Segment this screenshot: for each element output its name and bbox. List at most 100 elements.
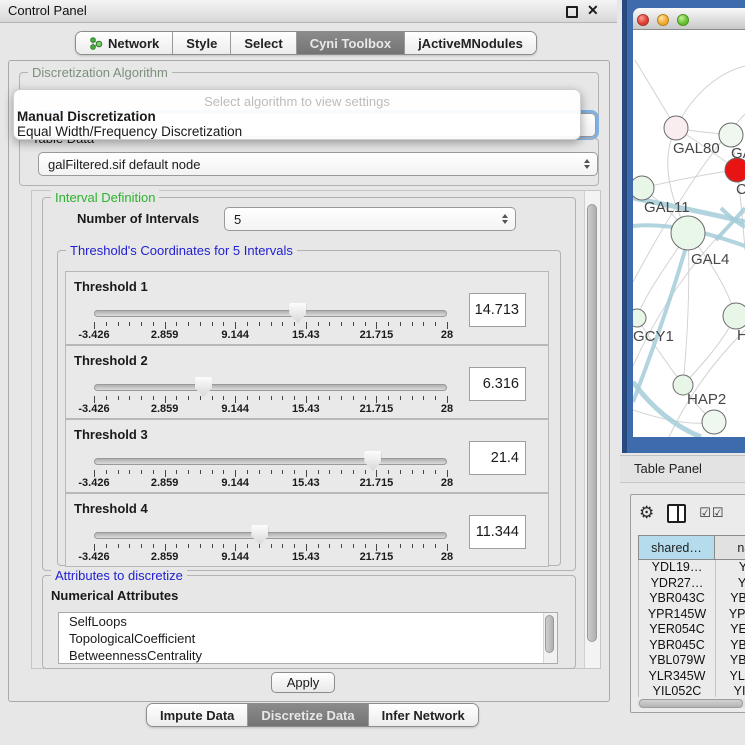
- slider-track[interactable]: [94, 532, 447, 539]
- slider-thumb[interactable]: [364, 451, 381, 471]
- slider-tick: [306, 544, 307, 551]
- cell-name: YLR345W: [716, 669, 745, 685]
- settings-viewport: Interval Definition Number of Intervals …: [31, 190, 601, 669]
- table-row[interactable]: YER054CYER054C: [639, 622, 745, 638]
- slider-tick: [353, 322, 354, 326]
- slider-tick: [294, 396, 295, 400]
- tab-impute-data[interactable]: Impute Data: [147, 704, 248, 726]
- popup-option-equal-width-frequency[interactable]: Equal Width/Frequency Discretization: [17, 124, 242, 139]
- network-node[interactable]: [702, 410, 726, 434]
- slider-tick: [235, 470, 236, 477]
- network-edge[interactable]: [676, 66, 745, 128]
- stepper-icon: [584, 159, 590, 169]
- slider-tick: [176, 396, 177, 400]
- slider-tick: [223, 396, 224, 400]
- tab-select[interactable]: Select: [231, 32, 296, 54]
- apply-button[interactable]: Apply: [271, 672, 335, 693]
- table-horizontal-scrollbar[interactable]: [637, 699, 745, 708]
- slider-thumb[interactable]: [195, 377, 212, 397]
- tab-style[interactable]: Style: [173, 32, 231, 54]
- popup-hint: Select algorithm to view settings: [14, 94, 580, 109]
- column-header-name[interactable]: name: [714, 535, 745, 560]
- threshold-value-field[interactable]: 11.344: [469, 515, 526, 549]
- network-icon: [89, 36, 103, 51]
- slider-tick: [153, 544, 154, 548]
- slider-tick: [94, 470, 95, 477]
- slider-tick: [306, 322, 307, 329]
- slider-tick-label: 9.144: [221, 329, 249, 341]
- slider-tick: [388, 470, 389, 474]
- zoom-traffic-light-icon[interactable]: [677, 14, 689, 26]
- settings-scrollbar-thumb[interactable]: [587, 204, 597, 642]
- attribute-list-item[interactable]: BetweennessCentrality: [59, 647, 557, 664]
- slider-thumb[interactable]: [289, 303, 306, 323]
- slider-track[interactable]: [94, 310, 447, 317]
- table-row[interactable]: YIL052CYIL052C: [639, 684, 745, 697]
- slider-tick: [341, 544, 342, 548]
- table-row[interactable]: YBR045CYBR045C: [639, 638, 745, 654]
- slider-tick: [376, 544, 377, 551]
- table-row[interactable]: YBL079WYBL079W: [639, 653, 745, 669]
- network-node[interactable]: [633, 309, 646, 327]
- slider-tick: [212, 322, 213, 326]
- network-canvas[interactable]: GAL80GACGAL11GAL4GCY1HHAP2: [633, 30, 745, 437]
- slider-track[interactable]: [94, 384, 447, 391]
- threshold-value-field[interactable]: 14.713: [469, 293, 526, 327]
- tab-network[interactable]: Network: [76, 32, 173, 54]
- column-header-shared-name[interactable]: shared…: [638, 535, 714, 560]
- attribute-list-item[interactable]: TopologicalCoefficient: [59, 630, 557, 647]
- table-row[interactable]: YDR27…YDR27: [639, 576, 745, 592]
- close-traffic-light-icon[interactable]: [637, 14, 649, 26]
- slider-tick: [271, 396, 272, 400]
- slider-tick: [318, 544, 319, 548]
- gear-icon[interactable]: ⚙: [639, 503, 654, 523]
- settings-scrollbar[interactable]: [584, 191, 600, 668]
- network-node[interactable]: [633, 176, 654, 200]
- table-row[interactable]: YBR043CYBR043C: [639, 591, 745, 607]
- slider-tick-label: 28: [441, 551, 453, 563]
- bottom-tab-bar: Impute DataDiscretize DataInfer Network: [146, 703, 479, 727]
- tab-infer-network[interactable]: Infer Network: [369, 704, 478, 726]
- list-scrollbar[interactable]: [543, 613, 557, 663]
- float-window-icon[interactable]: [566, 6, 578, 18]
- slider-track[interactable]: [94, 458, 447, 465]
- select-columns-checkboxes-icon[interactable]: ☑☑: [699, 505, 724, 521]
- cell-shared-name: YPR145W: [639, 607, 716, 623]
- network-node[interactable]: [719, 123, 743, 147]
- cell-shared-name: YBR043C: [639, 591, 716, 607]
- table-row[interactable]: YDL19…YDL19: [639, 560, 745, 576]
- number-of-intervals-combo[interactable]: 5: [224, 207, 516, 231]
- threshold-value-field[interactable]: 6.316: [469, 367, 526, 401]
- table-horizontal-scrollbar-thumb[interactable]: [639, 699, 743, 708]
- table-row[interactable]: YPR145WYPR145W: [639, 607, 745, 623]
- node-table-header: shared… name: [638, 535, 745, 560]
- tab-cyni-toolbox[interactable]: Cyni Toolbox: [297, 32, 405, 54]
- algorithm-group-title: Discretization Algorithm: [28, 65, 172, 80]
- slider-tick: [435, 322, 436, 326]
- tab-discretize-data[interactable]: Discretize Data: [248, 704, 368, 726]
- minimize-traffic-light-icon[interactable]: [657, 14, 669, 26]
- attribute-list-item[interactable]: SelfLoops: [59, 613, 557, 630]
- cell-name: YER054C: [716, 622, 745, 638]
- stepper-icon: [502, 214, 508, 224]
- cell-name: YPR145W: [716, 607, 745, 623]
- threshold-value-field[interactable]: 21.4: [469, 441, 526, 475]
- slider-tick: [235, 544, 236, 551]
- slider-tick: [329, 470, 330, 474]
- slider-thumb[interactable]: [251, 525, 268, 545]
- table-panel-toolbar: ⚙ ☑☑: [639, 501, 725, 525]
- table-data-combo[interactable]: galFiltered.sif default node: [38, 152, 598, 176]
- popup-option-manual-discretization[interactable]: Manual Discretization: [17, 109, 156, 124]
- network-node[interactable]: [723, 303, 745, 329]
- list-scrollbar-thumb[interactable]: [545, 615, 554, 653]
- network-node[interactable]: [671, 216, 705, 250]
- close-icon[interactable]: ✕: [587, 2, 599, 19]
- table-row[interactable]: YLR345WYLR345W: [639, 669, 745, 685]
- network-window-titlebar[interactable]: [633, 8, 745, 30]
- slider-tick: [212, 544, 213, 548]
- network-node[interactable]: [664, 116, 688, 140]
- tab-jactivemnodules[interactable]: jActiveMNodules: [405, 32, 536, 54]
- slider-tick: [271, 544, 272, 548]
- tab-label: Cyni Toolbox: [310, 36, 391, 51]
- columns-icon[interactable]: [667, 504, 686, 523]
